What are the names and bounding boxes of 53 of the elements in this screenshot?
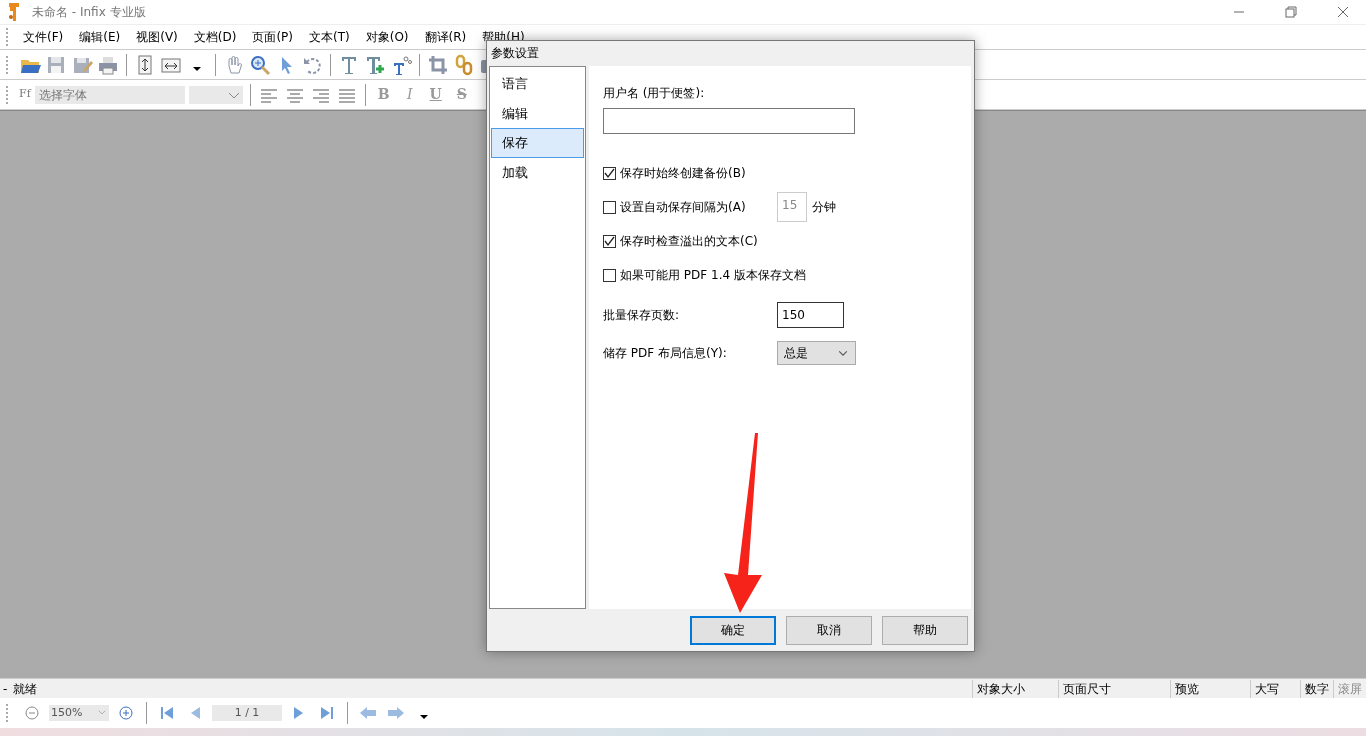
status-pane: 页面尺寸 bbox=[1058, 679, 1170, 698]
checkbox[interactable] bbox=[603, 268, 616, 282]
menu-item[interactable]: 对象(O) bbox=[357, 28, 417, 46]
window-title: 未命名 - Infix 专业版 bbox=[32, 4, 146, 21]
page-count-field[interactable]: 150 bbox=[777, 302, 844, 328]
status-pane: 预览 bbox=[1170, 679, 1250, 698]
menu-item[interactable]: 页面(P) bbox=[244, 28, 301, 46]
status-pane: 滚屏 bbox=[1333, 679, 1366, 698]
crop-icon[interactable] bbox=[427, 53, 449, 76]
zoom-field[interactable]: 150% bbox=[49, 705, 93, 721]
link-icon[interactable] bbox=[453, 53, 475, 76]
checkbox[interactable] bbox=[603, 166, 616, 180]
menu-item[interactable]: 文件(F) bbox=[15, 28, 72, 46]
checkbox-label: 设置自动保存间隔为(A) bbox=[620, 199, 746, 216]
menu-item[interactable]: 视图(V) bbox=[128, 28, 186, 46]
category-item[interactable]: 保存 bbox=[491, 128, 584, 158]
dialog-button[interactable]: 确定 bbox=[690, 615, 776, 645]
dialog-button[interactable]: 取消 bbox=[786, 615, 872, 645]
dialog-button[interactable]: 帮助 bbox=[882, 615, 968, 645]
checkbox[interactable] bbox=[603, 234, 616, 248]
menu-item[interactable]: 文本(T) bbox=[301, 28, 358, 46]
status-pane: 大写 bbox=[1250, 679, 1300, 698]
font-icon: Ff bbox=[19, 86, 31, 103]
status-pane: 对象大小 bbox=[972, 679, 1058, 698]
category-item[interactable]: 编辑 bbox=[491, 98, 584, 128]
checkbox-label: 如果可能用 PDF 1.4 版本保存文档 bbox=[620, 267, 806, 284]
field-label: 批量保存页数: bbox=[603, 307, 681, 324]
status-marker: - bbox=[2, 680, 9, 698]
status-pane: 数字 bbox=[1300, 679, 1333, 698]
dialog-title: 参数设置 bbox=[490, 45, 540, 62]
zoom-icon[interactable] bbox=[249, 53, 271, 76]
menu-item[interactable]: 翻译(R) bbox=[416, 28, 475, 46]
font-field[interactable]: 选择字体 bbox=[34, 85, 185, 104]
category-item[interactable]: 加载 bbox=[491, 157, 584, 187]
category-item[interactable]: 语言 bbox=[491, 69, 584, 99]
page-field[interactable]: 1 / 1 bbox=[212, 705, 282, 721]
checkbox-label: 保存时始终创建备份(B) bbox=[620, 165, 746, 182]
status-message: 就绪 bbox=[12, 680, 39, 698]
username-label: 用户名 (用于便签): bbox=[603, 85, 706, 102]
unit-label: 分钟 bbox=[812, 199, 836, 216]
checkbox-label: 保存时检查溢出的文本(C) bbox=[620, 233, 758, 250]
field-label: 储存 PDF 布局信息(Y): bbox=[603, 345, 728, 362]
layout-select[interactable]: 总是 bbox=[777, 341, 856, 365]
zoom-dropdown[interactable] bbox=[93, 705, 109, 721]
username-field[interactable] bbox=[603, 108, 855, 134]
menu-item[interactable]: 文档(D) bbox=[185, 28, 245, 46]
menu-item[interactable]: 编辑(E) bbox=[71, 28, 129, 46]
close-icon[interactable] bbox=[1337, 6, 1349, 18]
chevron-icon bbox=[227, 91, 240, 99]
interval-field[interactable]: 15 bbox=[777, 192, 807, 222]
font-size-field[interactable] bbox=[188, 85, 243, 104]
restore-icon[interactable] bbox=[1285, 6, 1297, 18]
checkbox[interactable] bbox=[603, 200, 616, 214]
